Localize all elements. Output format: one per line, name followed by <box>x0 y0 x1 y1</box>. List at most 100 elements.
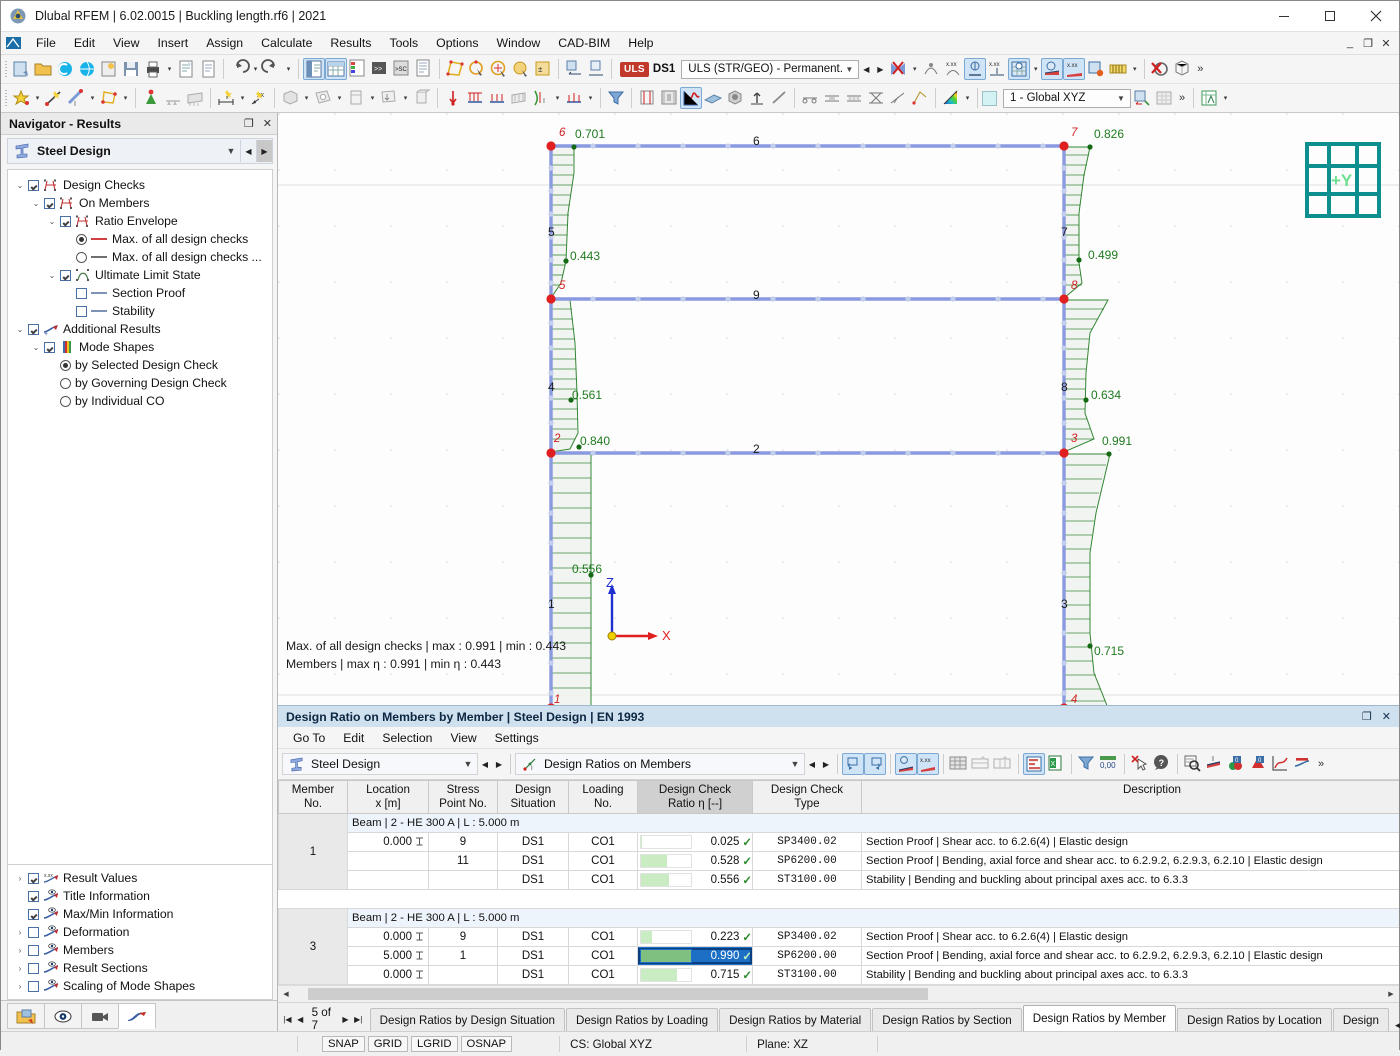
tree-expander[interactable] <box>44 374 60 392</box>
table-module-combo[interactable]: Steel Design ▼ <box>282 753 478 775</box>
tree-item[interactable]: ⌄+Additional Results <box>8 320 272 338</box>
nodal-load-icon[interactable] <box>442 87 464 109</box>
support-type-3-icon[interactable] <box>843 87 865 109</box>
new-load-icon[interactable] <box>378 87 400 109</box>
mdi-restore-button[interactable]: ❐ <box>1359 34 1377 52</box>
color-scale-caret[interactable]: ▾ <box>962 87 973 109</box>
menu-insert[interactable]: Insert <box>148 34 197 52</box>
table-menu-edit[interactable]: Edit <box>334 729 373 747</box>
tree-checkbox[interactable] <box>44 198 55 209</box>
tab-results[interactable] <box>118 1003 156 1029</box>
show-result-diagram-icon[interactable] <box>895 753 917 775</box>
tree-item[interactable]: Title Information <box>8 887 272 905</box>
location-cell[interactable]: 5.000 <box>348 947 429 966</box>
table-tab[interactable]: Design Ratios by Section <box>872 1008 1022 1031</box>
new-member-caret[interactable]: ▾ <box>87 87 98 109</box>
minimize-button[interactable] <box>1261 1 1307 31</box>
imposed-load-icon[interactable] <box>563 87 585 109</box>
new-nodal-support-icon[interactable] <box>140 87 162 109</box>
table-toolbar-overflow-button[interactable]: » <box>1314 753 1328 775</box>
search-table-icon[interactable] <box>1182 753 1204 775</box>
tree-expander[interactable]: › <box>12 977 28 995</box>
design-situation-cell[interactable]: DS1 <box>498 947 569 966</box>
grid-column-header[interactable]: Description <box>862 781 1400 814</box>
tree-checkbox[interactable] <box>28 945 39 956</box>
table-panel-close-button[interactable]: ✕ <box>1382 710 1391 723</box>
table-row[interactable]: 5.0001DS1CO10.990✓SP6200.00Section Proof… <box>279 947 1400 966</box>
description-cell[interactable]: Stability | Bending and buckling about p… <box>862 966 1400 985</box>
menu-view[interactable]: View <box>104 34 148 52</box>
free-load-icon[interactable]: I <box>530 87 552 109</box>
tree-checkbox[interactable] <box>28 180 39 191</box>
design-ratio-cell[interactable]: 0.223✓ <box>638 928 753 947</box>
design-situation-cell[interactable]: DS1 <box>498 928 569 947</box>
design-check-type-cell[interactable]: SP6200.00 <box>753 852 862 871</box>
open-icon[interactable] <box>32 58 54 80</box>
show-values-icon[interactable]: x.xx <box>917 753 939 775</box>
description-cell[interactable]: Section Proof | Shear acc. to 6.2.6(4) |… <box>862 928 1400 947</box>
tree-radio[interactable] <box>60 396 71 407</box>
list-panel-icon[interactable] <box>413 58 435 80</box>
design-situation-cell[interactable]: DS1 <box>498 833 569 852</box>
menu-window[interactable]: Window <box>488 34 550 52</box>
delete-results-icon[interactable] <box>1149 58 1171 80</box>
situation-prev-button[interactable]: ◀ <box>859 59 873 79</box>
mdi-minimize-button[interactable]: _ <box>1341 34 1359 52</box>
new-model-icon[interactable] <box>10 58 32 80</box>
tree-item[interactable]: by Governing Design Check <box>8 374 272 392</box>
loading-cell[interactable]: CO1 <box>569 852 638 871</box>
pager-first-button[interactable]: |◀ <box>282 1015 293 1024</box>
support-type-6-icon[interactable] <box>909 87 931 109</box>
loading-cell[interactable]: CO1 <box>569 966 638 985</box>
member-result-icon[interactable] <box>1292 753 1314 775</box>
table-tab[interactable]: Design Ratios by Member <box>1023 1005 1176 1031</box>
table-tab[interactable]: Design Ratios by Loading <box>566 1008 718 1031</box>
member-load-icon[interactable] <box>464 87 486 109</box>
loading-cell[interactable]: CO1 <box>569 833 638 852</box>
color-scale-icon[interactable] <box>940 87 962 109</box>
work-plane-icon[interactable] <box>1153 87 1175 109</box>
tree-expander[interactable]: › <box>12 923 28 941</box>
model-menu-icon[interactable] <box>5 35 23 51</box>
design-check-type-cell[interactable]: SP3400.02 <box>753 833 862 852</box>
dimension-caret[interactable]: ▾ <box>237 87 248 109</box>
grid-column-header[interactable]: MemberNo. <box>279 781 348 814</box>
table-full-grid-icon[interactable] <box>948 753 970 775</box>
pager-prev-button[interactable]: ◀ <box>295 1015 306 1024</box>
table-menu-selection[interactable]: Selection <box>373 729 441 747</box>
close-button[interactable] <box>1353 1 1399 31</box>
table-row[interactable]: 0.0009DS1CO10.223✓SP3400.02Section Proof… <box>279 928 1400 947</box>
table-row-filter-icon[interactable] <box>970 753 992 775</box>
tree-checkbox[interactable] <box>28 324 39 335</box>
situation-next-button[interactable]: ▶ <box>873 59 887 79</box>
model-viewport[interactable]: Steel Design Members | Design check rati… <box>278 113 1399 705</box>
section-view-icon[interactable] <box>636 87 658 109</box>
table-group-row[interactable]: 3Beam | 2 - HE 300 A | L : 5.000 m <box>279 909 1400 928</box>
tree-item[interactable]: Section Proof <box>8 284 272 302</box>
result-values-toggle-icon[interactable] <box>920 58 942 80</box>
table-view-combo[interactable]: I Design Ratios on Members ▼ <box>515 753 805 775</box>
select-circle-icon[interactable] <box>488 58 510 80</box>
cloud-open-icon[interactable] <box>54 58 76 80</box>
description-cell[interactable]: Section Proof | Bending, axial force and… <box>862 852 1400 871</box>
new-solid-icon[interactable] <box>279 87 301 109</box>
table-panel-undock-button[interactable]: ❐ <box>1362 710 1372 723</box>
support-type-5-icon[interactable] <box>887 87 909 109</box>
menu-results[interactable]: Results <box>321 34 380 52</box>
tree-item[interactable]: by Selected Design Check <box>8 356 272 374</box>
table-chart-icon[interactable] <box>1023 753 1045 775</box>
tree-item[interactable]: Max. of all design checks <box>8 230 272 248</box>
design-ratio-cell[interactable]: 0.556✓ <box>638 871 753 890</box>
tabs-prev-button[interactable]: ◀ <box>1392 1020 1400 1031</box>
print-icon[interactable] <box>142 58 164 80</box>
tree-item[interactable]: ›Deformation <box>8 923 272 941</box>
tree-checkbox[interactable] <box>28 909 39 920</box>
new-load-caret[interactable]: ▾ <box>400 87 411 109</box>
project-info-icon[interactable] <box>98 58 120 80</box>
tree-checkbox[interactable] <box>28 927 39 938</box>
design-situation-cell[interactable]: DS1 <box>498 966 569 985</box>
grid-hscroll-thumb[interactable] <box>308 988 928 1000</box>
table-filter-icon[interactable] <box>1076 753 1098 775</box>
result-diagram-view-icon[interactable] <box>680 87 702 109</box>
design-ratio-cell[interactable]: 0.715✓ <box>638 966 753 985</box>
